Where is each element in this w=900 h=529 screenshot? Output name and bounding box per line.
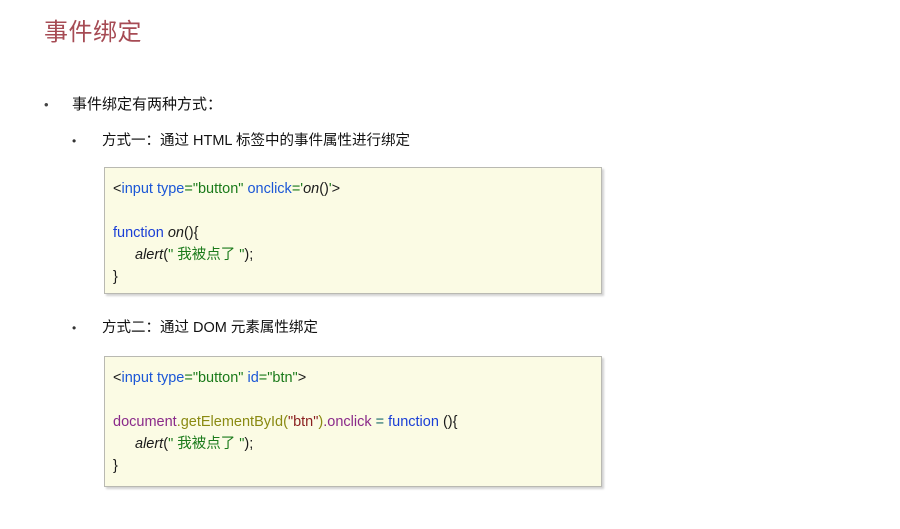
code-block-method-two: <input type="button" id="btn"> document.… xyxy=(104,356,602,487)
code-token-attr-type: type xyxy=(156,181,185,197)
bullet-marker-icon: • xyxy=(72,321,77,335)
code-token-brace-close: } xyxy=(113,458,118,474)
code-line: <input type="button" id="btn"> xyxy=(113,367,593,389)
page-title: 事件绑定 xyxy=(44,19,142,46)
code-token-parens: () xyxy=(319,181,329,197)
bullet-method-one: • 方式一：通过 HTML 标签中的事件属性进行绑定 xyxy=(72,131,410,152)
code-token-string-btn: "btn" xyxy=(287,414,319,430)
code-token-value-button: "button" xyxy=(192,181,244,197)
code-token-brace-open: (){ xyxy=(183,225,199,241)
code-token-paren-close: ); xyxy=(244,247,254,263)
code-token-function-name: on xyxy=(167,225,184,241)
code-token-attr-type: type xyxy=(156,370,185,386)
bullet-intro-label: 事件绑定有两种方式： xyxy=(72,96,223,113)
code-token-value-btn: "btn" xyxy=(267,370,298,386)
code-token-alert: alert xyxy=(135,247,164,263)
code-token-equals: = xyxy=(184,181,193,197)
code-token-brace-open: (){ xyxy=(438,414,458,430)
code-token-assign: = xyxy=(371,414,389,430)
code-token-tag: input xyxy=(121,370,153,386)
code-token-gt: > xyxy=(297,370,307,386)
bullet-method-two: • 方式二：通过 DOM 元素属性绑定 xyxy=(72,318,318,339)
code-line: alert(" 我被点了 "); xyxy=(113,433,593,455)
code-token-attr-onclick: onclick xyxy=(247,181,292,197)
code-line: document.getElementById("btn").onclick =… xyxy=(113,411,593,433)
bullet-method-two-label: 方式二：通过 DOM 元素属性绑定 xyxy=(102,320,318,336)
code-token-string: " 我被点了 " xyxy=(168,436,245,452)
bullet-method-one-label: 方式一：通过 HTML 标签中的事件属性进行绑定 xyxy=(102,133,410,149)
code-token-equals: = xyxy=(291,181,301,197)
code-token-equals: = xyxy=(184,370,193,386)
code-token-tag: input xyxy=(121,181,153,197)
code-token-handler-name: on xyxy=(303,181,320,197)
code-token-equals: = xyxy=(258,370,268,386)
code-line: function on(){ xyxy=(113,222,593,244)
code-token-value-button: "button" xyxy=(192,370,244,386)
bullet-marker-icon: • xyxy=(44,97,49,112)
code-block-method-one: <input type="button" onclick='on()'> fun… xyxy=(104,167,602,294)
code-token-brace-close: } xyxy=(113,269,118,285)
code-line: } xyxy=(113,266,593,288)
code-token-alert: alert xyxy=(135,436,164,452)
code-token-attr-id: id xyxy=(247,370,259,386)
code-line: <input type="button" onclick='on()'> xyxy=(113,178,593,200)
code-token-gt: > xyxy=(331,181,341,197)
code-token-string: " 我被点了 " xyxy=(168,247,245,263)
code-line: alert(" 我被点了 "); xyxy=(113,244,593,266)
code-token-keyword-function: function xyxy=(388,414,439,430)
code-token-keyword-function: function xyxy=(113,225,164,241)
code-line: } xyxy=(113,455,593,477)
bullet-intro: • 事件绑定有两种方式： xyxy=(42,94,222,116)
bullet-marker-icon: • xyxy=(72,134,77,148)
code-token-object-document: document xyxy=(113,414,177,430)
code-token-method-getelementbyid: .getElementById xyxy=(176,414,284,430)
code-token-property-onclick: .onclick xyxy=(323,414,372,430)
code-token-paren-close: ); xyxy=(244,436,254,452)
